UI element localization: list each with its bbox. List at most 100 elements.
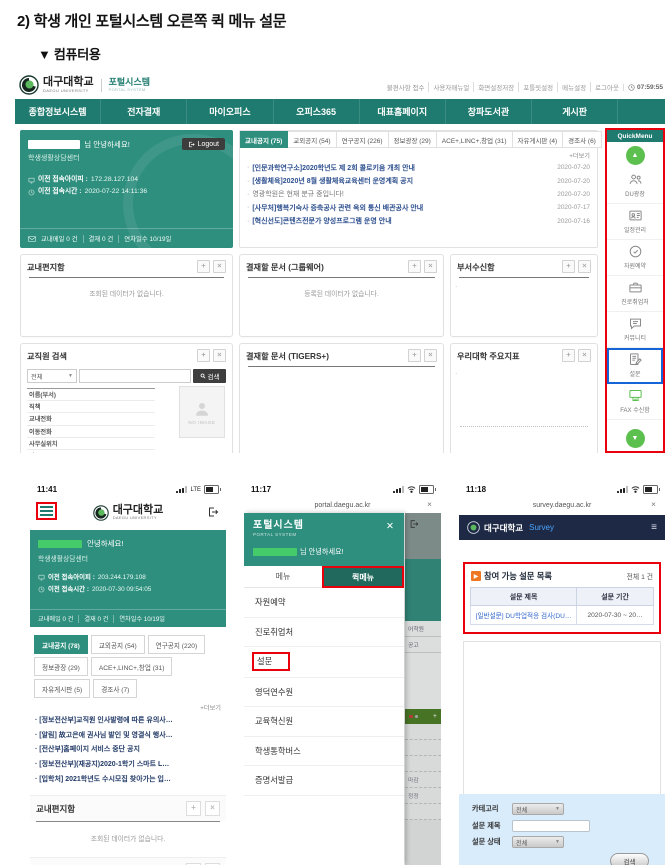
browser-url-bar[interactable]: survey.daegu.ac.kr × (459, 497, 665, 513)
notice-title[interactable]: 영광학원은 현재 분규 중입니다! (252, 189, 546, 199)
mail-count[interactable]: 교내메일 0 건 (41, 234, 78, 243)
notice-title[interactable]: [혁신선도]콘텐츠전문가 양성프로그램 운영 안내 (252, 216, 546, 226)
link-menu-settings[interactable]: 메뉴설정 (557, 82, 590, 92)
app-logo[interactable]: 대구대학교DAEGU UNIVERSITY (93, 505, 164, 521)
widget-add-button[interactable]: + (562, 349, 575, 362)
close-icon[interactable]: × (651, 499, 656, 509)
hamburger-menu-icon[interactable] (36, 502, 57, 520)
nav-board[interactable]: 게시판 (531, 99, 617, 124)
staff-filter-select[interactable]: 전체▼ (27, 369, 77, 383)
survey-status-select[interactable]: 전체▼ (512, 836, 564, 848)
notice-row[interactable]: · [혁신선도]콘텐츠전문가 양성프로그램 운영 안내 2020-07-16 (247, 215, 590, 228)
link-logout[interactable]: 로그아웃 (590, 82, 623, 92)
close-icon[interactable]: × (427, 499, 432, 509)
notice-row[interactable]: · [정보전산부]교직원 인사발령에 따른 유의사… (35, 714, 221, 729)
mail-count[interactable]: 교내메일 0 건 (38, 614, 73, 623)
more-link[interactable]: +더보기 (240, 148, 597, 161)
quickmenu-item-du-plaza[interactable]: DU광장 (607, 168, 663, 204)
widget-close-button[interactable]: × (578, 260, 591, 273)
widget-add-button[interactable]: + (197, 260, 210, 273)
quickmenu-item-community[interactable]: 커뮤니티 (607, 312, 663, 348)
logout-icon[interactable] (207, 506, 219, 518)
drawer-item-student-bus[interactable]: 학생통학버스 (244, 737, 404, 767)
widget-close-button[interactable]: × (578, 349, 591, 362)
notice-row[interactable]: · [전산부]홈페이지 서비스 중단 공지 (35, 743, 221, 758)
tab-research-notice[interactable]: 연구공지 (226) (337, 131, 389, 148)
quickmenu-item-survey[interactable]: 설문 (607, 348, 663, 384)
staff-search-button[interactable]: 검색 (193, 369, 226, 383)
nav-library[interactable]: 창파도서관 (445, 99, 531, 124)
nav-e-approval[interactable]: 전자결재 (100, 99, 186, 124)
tab-info-plaza[interactable]: 정보광장 (29) (389, 131, 437, 148)
notice-title[interactable]: [사무처]행복기숙사 증축공사 관련 옥외 통신 배관공사 안내 (252, 203, 546, 213)
widget-close-button[interactable]: × (424, 260, 437, 273)
widget-add-button[interactable]: + (408, 260, 421, 273)
notice-row[interactable]: · [알림] 故고은애 권사님 발인 및 영결식 행사… (35, 729, 221, 744)
notice-row[interactable]: · [사무처]행복기숙사 증축공사 관련 옥외 통신 배관공사 안내 2020-… (247, 201, 590, 214)
leave-days[interactable]: 연차일수 10/19일 (124, 234, 171, 243)
indicator-slider[interactable] (460, 426, 588, 427)
approval-count[interactable]: 결재 0 건 (84, 614, 108, 623)
widget-close-button[interactable]: × (213, 349, 226, 362)
notice-row[interactable]: · [정보전산부](재공지)2020-1학기 스마트 L… (35, 758, 221, 773)
browser-url-bar[interactable]: portal.daegu.ac.kr × (244, 497, 441, 513)
leave-days[interactable]: 연차일수 10/19일 (119, 614, 165, 623)
tab-campus-notice[interactable]: 교내공지 (78) (34, 635, 88, 654)
notice-row[interactable]: · [입학처] 2021학년도 수시모집 찾아가는 입… (35, 773, 221, 788)
tab-external-notice[interactable]: 교외공지 (54) (91, 635, 145, 654)
widget-add-button[interactable]: + (186, 801, 201, 816)
drawer-close-icon[interactable]: ✕ (386, 521, 394, 532)
quickmenu-item-schedule[interactable]: 일정관리 (607, 204, 663, 240)
tab-external-notice[interactable]: 교외공지 (54) (288, 131, 336, 148)
widget-add-button[interactable]: + (197, 349, 210, 362)
quickmenu-item-resource-reservation[interactable]: 자원예약 (607, 240, 663, 276)
notice-row[interactable]: · [인문과학연구소]2020학년도 제 2회 콜로키움 개최 안내 2020-… (247, 161, 590, 174)
drawer-item-career-center[interactable]: 진로취업처 (244, 618, 404, 648)
tab-ace-linc[interactable]: ACE+,LINC+,창업 (31) (91, 657, 173, 676)
drawer-item-education-innovation[interactable]: 교육혁신원 (244, 707, 404, 737)
drawer-item-survey[interactable]: 설문 (244, 647, 404, 678)
approval-count[interactable]: 결재 0 건 (89, 234, 114, 243)
link-portlet-settings[interactable]: 포틀릿설정 (518, 82, 557, 92)
tab-free-board[interactable]: 자유게시판 (5) (34, 679, 90, 698)
nav-main-homepage[interactable]: 대표홈페이지 (359, 99, 445, 124)
quickmenu-item-career-center[interactable]: 진로취업처 (607, 276, 663, 312)
drawer-item-certificate-issue[interactable]: 증명서발급 (244, 766, 404, 796)
nav-my-office[interactable]: 마이오피스 (186, 99, 272, 124)
survey-title-input[interactable] (512, 820, 590, 832)
quickmenu-scroll-up-button[interactable]: ▲ (626, 146, 645, 165)
nav-integrated-info[interactable]: 종합정보시스템 (15, 99, 100, 124)
tab-free-board[interactable]: 자유게시판 (4) (513, 131, 564, 148)
link-feedback[interactable]: 불편사항 접수 (383, 82, 429, 92)
tab-info-plaza[interactable]: 정보광장 (29) (34, 657, 88, 676)
more-link[interactable]: +더보기 (30, 698, 226, 714)
link-save-screen[interactable]: 화면설정저장 (473, 82, 518, 92)
portal-logo[interactable]: 대구대학교 DAEGU UNIVERSITY 포털시스템 PORTAL SYST… (19, 75, 150, 95)
widget-close-button[interactable]: × (424, 349, 437, 362)
tab-menu[interactable]: 메뉴 (244, 566, 322, 588)
quickmenu-scroll-down-button[interactable]: ▼ (626, 429, 645, 448)
hamburger-menu-icon[interactable]: ≡ (651, 522, 657, 533)
nav-office365[interactable]: 오피스365 (273, 99, 359, 124)
quickmenu-item-fax-inbox[interactable]: FAX 수신함 (607, 384, 663, 420)
tab-quickmenu[interactable]: 퀵메뉴 (322, 566, 404, 588)
notice-row[interactable]: · [생활체육]2020년 8월 생활체육교육센터 운영계획 공지 2020-0… (247, 174, 590, 187)
staff-search-input[interactable] (79, 369, 191, 383)
survey-row[interactable]: [일반설문] DU학업적응 검사(DU… 2020-07-30 ~ 20… (471, 606, 654, 625)
category-select[interactable]: 전체▼ (512, 803, 564, 815)
widget-close-button[interactable]: × (205, 801, 220, 816)
search-button[interactable]: 검색 (610, 853, 649, 865)
link-manual[interactable]: 사용자매뉴얼 (428, 82, 473, 92)
tab-research-notice[interactable]: 연구공지 (220) (148, 635, 206, 654)
notice-row[interactable]: · 영광학원은 현재 분규 중입니다! 2020-07-20 (247, 188, 590, 201)
survey-title-link[interactable]: [일반설문] DU학업적응 검사(DU… (471, 606, 577, 625)
drawer-item-resource-reservation[interactable]: 자원예약 (244, 588, 404, 618)
logout-button[interactable]: Logout (182, 138, 225, 150)
tab-ace-linc[interactable]: ACE+,LINC+,창업 (31) (437, 131, 513, 148)
drawer-item-yeongdeok-center[interactable]: 영덕연수원 (244, 678, 404, 708)
widget-add-button[interactable]: + (408, 349, 421, 362)
notice-title[interactable]: [생활체육]2020년 8월 생활체육교육센터 운영계획 공지 (252, 176, 546, 186)
widget-close-button[interactable]: × (213, 260, 226, 273)
tab-family-events[interactable]: 경조사 (6) (563, 131, 602, 148)
notice-title[interactable]: [인문과학연구소]2020학년도 제 2회 콜로키움 개최 안내 (252, 163, 546, 173)
